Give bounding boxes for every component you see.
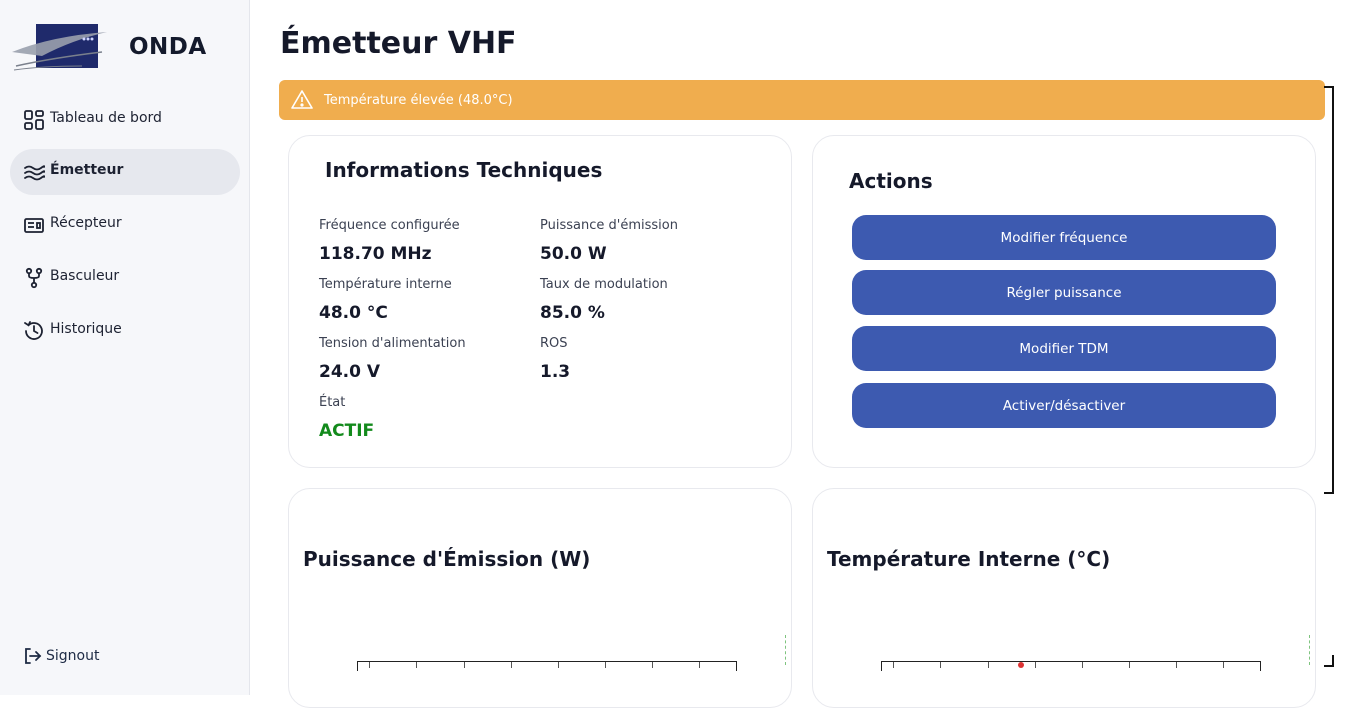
app-name: ONDA bbox=[129, 34, 207, 60]
warning-icon bbox=[291, 90, 313, 109]
field-value: 48.0 °C bbox=[319, 303, 388, 323]
temperature-chart-card: Température Interne (°C) bbox=[812, 488, 1316, 708]
history-icon bbox=[24, 321, 43, 340]
sidebar-item-emetteur[interactable]: Émetteur bbox=[10, 149, 240, 195]
x-tick bbox=[416, 662, 417, 668]
scroll-container-edge bbox=[1324, 655, 1334, 667]
x-tick bbox=[1082, 662, 1083, 668]
x-tick bbox=[1129, 662, 1130, 668]
field-label: Taux de modulation bbox=[540, 277, 668, 292]
x-tick bbox=[699, 662, 700, 668]
radio-icon bbox=[24, 218, 44, 233]
main-content: Émetteur VHF Température élevée (48.0°C)… bbox=[250, 0, 1366, 708]
modify-tdm-button[interactable]: Modifier TDM bbox=[852, 326, 1276, 371]
field-frequency: Fréquence configurée 118.70 MHz bbox=[319, 218, 529, 264]
dashboard-icon bbox=[24, 110, 44, 130]
data-point bbox=[1018, 662, 1024, 668]
sidebar-item-label: Récepteur bbox=[50, 215, 122, 231]
sidebar-item-label: Historique bbox=[50, 321, 122, 337]
power-chart-card: Puissance d'Émission (W) bbox=[288, 488, 792, 708]
field-temperature: Température interne 48.0 °C bbox=[319, 277, 529, 323]
x-tick bbox=[652, 662, 653, 668]
x-tick bbox=[893, 662, 894, 668]
field-value: 1.3 bbox=[540, 362, 571, 382]
x-tick bbox=[558, 662, 559, 668]
sidebar-item-tableau-de-bord[interactable]: Tableau de bord bbox=[10, 97, 240, 143]
x-tick bbox=[511, 662, 512, 668]
page-title: Émetteur VHF bbox=[280, 26, 517, 61]
sidebar: ONDA Tableau de bord Émetteur Récepteur … bbox=[0, 0, 250, 695]
onda-logo-icon bbox=[12, 24, 107, 71]
signout-button[interactable]: Signout bbox=[10, 636, 170, 676]
actions-card: Actions Modifier fréquence Régler puissa… bbox=[812, 135, 1316, 468]
field-value: 24.0 V bbox=[319, 362, 381, 382]
toggle-activation-button[interactable]: Activer/désactiver bbox=[852, 383, 1276, 428]
x-tick bbox=[369, 662, 370, 668]
x-tick bbox=[1035, 662, 1036, 668]
chart-title: Température Interne (°C) bbox=[827, 547, 1111, 571]
sidebar-item-label: Tableau de bord bbox=[50, 110, 162, 126]
field-label: Fréquence configurée bbox=[319, 218, 460, 233]
sidebar-item-label: Basculeur bbox=[50, 268, 120, 284]
signout-label: Signout bbox=[46, 648, 100, 664]
waves-icon bbox=[24, 165, 45, 181]
x-tick bbox=[988, 662, 989, 668]
field-power: Puissance d'émission 50.0 W bbox=[540, 218, 750, 264]
chart-edge-guide bbox=[785, 635, 786, 665]
adjust-power-button[interactable]: Régler puissance bbox=[852, 270, 1276, 315]
card-title: Actions bbox=[849, 169, 933, 193]
field-value: 118.70 MHz bbox=[319, 244, 432, 264]
x-tick bbox=[1223, 662, 1224, 668]
sidebar-item-label: Émetteur bbox=[50, 162, 124, 178]
field-voltage: Tension d'alimentation 24.0 V bbox=[319, 336, 529, 382]
field-value: 50.0 W bbox=[540, 244, 607, 264]
x-tick bbox=[464, 662, 465, 668]
card-title: Informations Techniques bbox=[325, 158, 603, 182]
fork-icon bbox=[25, 267, 43, 289]
temperature-chart-plot bbox=[881, 661, 1261, 671]
power-chart-plot bbox=[357, 661, 737, 671]
chart-title: Puissance d'Émission (W) bbox=[303, 547, 591, 571]
sidebar-item-recepteur[interactable]: Récepteur bbox=[10, 202, 240, 248]
sidebar-item-historique[interactable]: Historique bbox=[10, 308, 240, 354]
field-value: 85.0 % bbox=[540, 303, 605, 323]
field-label: Température interne bbox=[319, 277, 452, 292]
field-ros: ROS 1.3 bbox=[540, 336, 750, 382]
sidebar-item-basculeur[interactable]: Basculeur bbox=[10, 255, 240, 301]
modify-frequency-button[interactable]: Modifier fréquence bbox=[852, 215, 1276, 260]
field-label: ROS bbox=[540, 336, 568, 351]
field-label: Puissance d'émission bbox=[540, 218, 678, 233]
field-status: État ACTIF bbox=[319, 395, 529, 441]
field-modulation: Taux de modulation 85.0 % bbox=[540, 277, 750, 323]
chart-edge-guide bbox=[1309, 635, 1310, 665]
scroll-container-edge bbox=[1324, 86, 1334, 494]
logout-icon bbox=[25, 648, 42, 664]
temperature-alert: Température élevée (48.0°C) bbox=[279, 80, 1325, 120]
technical-info-card: Informations Techniques Fréquence config… bbox=[288, 135, 792, 468]
app-logo[interactable]: ONDA bbox=[12, 22, 242, 74]
alert-text: Température élevée (48.0°C) bbox=[324, 93, 513, 108]
field-label: Tension d'alimentation bbox=[319, 336, 466, 351]
x-tick bbox=[605, 662, 606, 668]
x-tick bbox=[940, 662, 941, 668]
x-tick bbox=[1176, 662, 1177, 668]
status-value: ACTIF bbox=[319, 421, 375, 441]
field-label: État bbox=[319, 395, 346, 410]
